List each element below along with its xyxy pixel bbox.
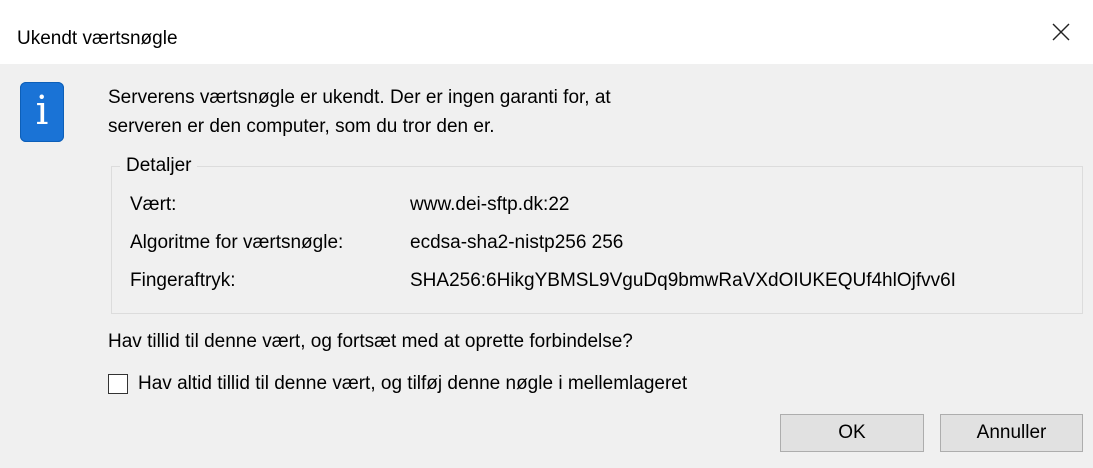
fingerprint-label: Fingeraftryk: — [130, 270, 236, 291]
host-key-dialog: Ukendt værtsnøgle i Serverens værtsnøgle… — [0, 0, 1093, 468]
message-line-2: serveren er den computer, som du tror de… — [108, 116, 495, 137]
always-trust-checkbox-row[interactable]: Hav altid tillid til denne vært, og tilf… — [108, 371, 687, 397]
cancel-button[interactable]: Annuller — [940, 414, 1083, 452]
host-label: Vært: — [130, 194, 177, 215]
info-icon: i — [20, 82, 64, 142]
fingerprint-value: SHA256:6HikgYBMSL9VguDq9bmwRaVXdOIUKEQUf… — [410, 270, 956, 291]
host-value: www.dei-sftp.dk:22 — [410, 194, 570, 215]
ok-button[interactable]: OK — [780, 414, 924, 452]
close-button[interactable] — [1029, 0, 1093, 64]
algorithm-value: ecdsa-sha2-nistp256 256 — [410, 232, 624, 253]
always-trust-checkbox[interactable] — [108, 374, 128, 394]
details-legend: Detaljer — [120, 155, 198, 177]
close-icon — [1052, 23, 1070, 41]
algorithm-label: Algoritme for værtsnøgle: — [130, 232, 344, 253]
message-line-1: Serverens værtsnøgle er ukendt. Der er i… — [108, 87, 611, 108]
dialog-message: Serverens værtsnøgle er ukendt. Der er i… — [108, 83, 611, 141]
dialog-title: Ukendt værtsnøgle — [17, 28, 178, 49]
trust-question: Hav tillid til denne vært, og fortsæt me… — [108, 331, 633, 352]
always-trust-label[interactable]: Hav altid tillid til denne vært, og tilf… — [138, 373, 687, 395]
title-bar: Ukendt værtsnøgle — [0, 0, 1093, 64]
